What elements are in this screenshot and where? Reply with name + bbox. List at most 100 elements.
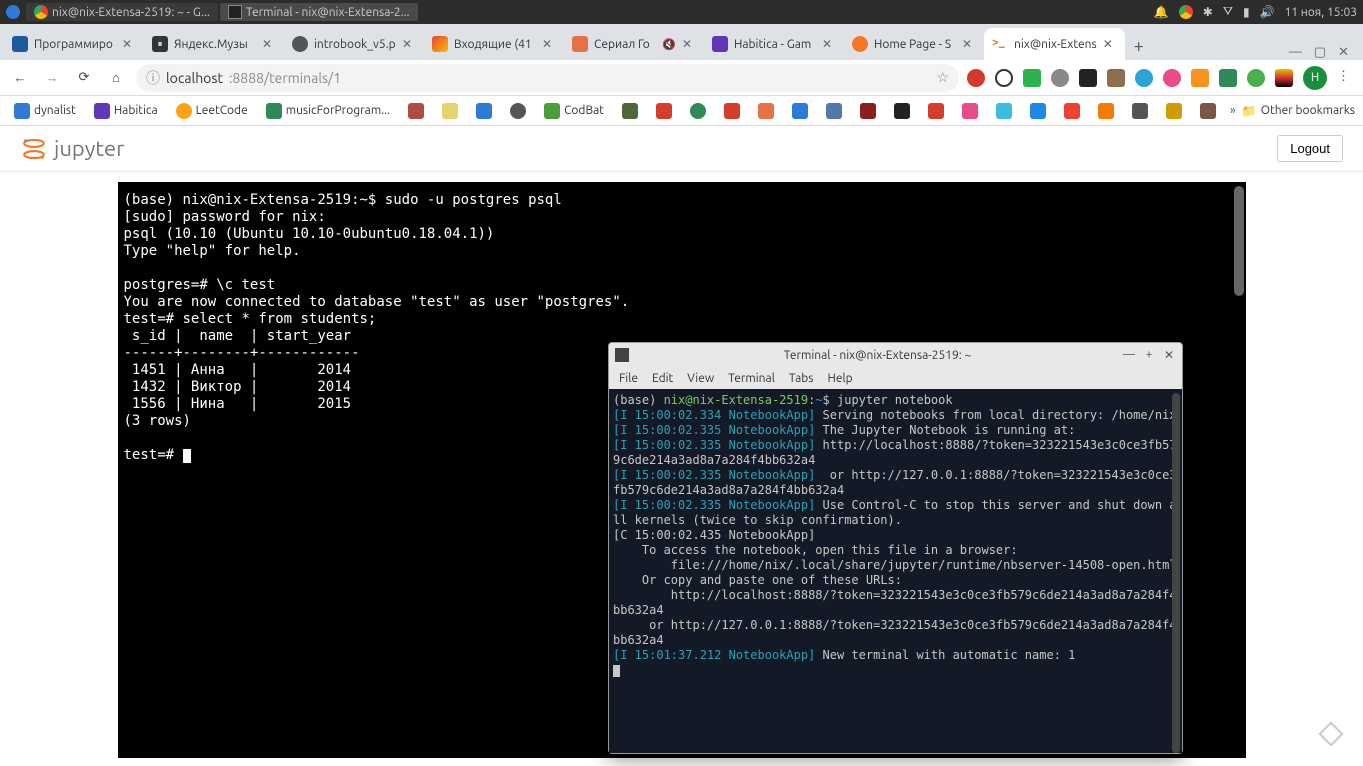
close-icon[interactable]: ✕ (1162, 348, 1176, 362)
app-menu-icon[interactable] (6, 5, 20, 19)
jupyter-logo[interactable]: jupyter (20, 135, 124, 163)
bookmark-item[interactable] (1194, 100, 1222, 122)
bookmark-item[interactable] (1058, 100, 1086, 122)
minimize-icon[interactable]: — (1289, 45, 1302, 60)
browser-tab[interactable]: Входящие (41 ✕ (424, 28, 564, 60)
scrollbar[interactable] (1234, 186, 1244, 296)
bookmark-item[interactable] (1126, 100, 1154, 122)
bookmark-item[interactable] (650, 100, 678, 122)
mute-icon[interactable]: 🔇 (662, 38, 676, 51)
taskbar-item-terminal[interactable]: Terminal - nix@nix-Extensa-2... (220, 3, 418, 21)
back-button[interactable]: ← (8, 66, 32, 90)
bookmark-item[interactable] (436, 100, 464, 122)
terminal-body[interactable]: (base) nix@nix-Extensa-2519:~$ jupyter n… (609, 389, 1182, 753)
bookmark-item[interactable] (718, 100, 746, 122)
browser-tab[interactable]: Habitica - Gam ✕ (704, 28, 844, 60)
maximize-icon[interactable]: + (1142, 348, 1156, 362)
bookmark-item[interactable]: CodBat (538, 100, 610, 122)
bookmarks-overflow[interactable]: » (1230, 104, 1236, 117)
close-icon[interactable]: ✕ (822, 37, 836, 51)
titlebar[interactable]: Terminal - nix@nix-Extensa-2519: ~ — + ✕ (609, 343, 1182, 367)
bookmark-item[interactable] (684, 100, 712, 122)
extension-icon[interactable] (1051, 69, 1069, 87)
extension-icon[interactable] (995, 69, 1013, 87)
info-icon[interactable]: ⓘ (146, 68, 160, 88)
extensions-area: H ⋮ (967, 66, 1355, 90)
chrome-tray-icon[interactable] (1179, 5, 1193, 19)
chrome-tab-strip: Программиро ✕ ⏸ Яндекс.Музы ✕ introbook_… (0, 24, 1363, 60)
url-input[interactable]: ⓘ localhost:8888/terminals/1 ☆ (136, 64, 959, 92)
new-tab-button[interactable]: + (1125, 32, 1153, 60)
menu-icon[interactable]: ⋮ (1337, 69, 1355, 87)
bluetooth-icon[interactable]: ✱ (1203, 5, 1213, 19)
bookmark-item[interactable] (990, 100, 1018, 122)
close-icon[interactable]: ✕ (262, 37, 276, 51)
profile-avatar[interactable]: H (1303, 66, 1327, 90)
extension-icon[interactable] (1079, 69, 1097, 87)
menu-file[interactable]: File (619, 372, 638, 385)
bookmark-item[interactable]: dynalist (8, 100, 82, 122)
menu-view[interactable]: View (687, 372, 714, 385)
bookmark-item[interactable] (1024, 100, 1052, 122)
home-button[interactable]: ⌂ (104, 66, 128, 90)
close-icon[interactable]: ✕ (402, 37, 416, 51)
bookmark-item[interactable] (1160, 100, 1188, 122)
bookmark-favicon (622, 103, 638, 119)
bookmark-item[interactable] (922, 100, 950, 122)
browser-tab[interactable]: Программиро ✕ (4, 28, 144, 60)
menu-terminal[interactable]: Terminal (728, 372, 775, 385)
bookmark-item[interactable]: Habitica (88, 100, 164, 122)
other-bookmarks[interactable]: 📁 Other bookmarks (1242, 104, 1355, 118)
logout-button[interactable]: Logout (1277, 135, 1343, 162)
clock[interactable]: 11 ноя, 15:03 (1285, 6, 1358, 19)
bookmark-item[interactable] (504, 100, 532, 122)
extension-icon[interactable] (967, 69, 985, 87)
bookmark-item[interactable] (470, 100, 498, 122)
menu-tabs[interactable]: Tabs (789, 372, 814, 385)
bookmark-item[interactable] (616, 100, 644, 122)
browser-tab-active[interactable]: >_ nix@nix-Extens ✕ (984, 28, 1125, 60)
bookmark-item[interactable] (402, 100, 430, 122)
extension-icon[interactable] (1107, 69, 1125, 87)
bookmark-item[interactable] (854, 100, 882, 122)
close-icon[interactable]: ✕ (1103, 37, 1117, 51)
close-icon[interactable]: ✕ (1338, 45, 1349, 60)
reload-button[interactable]: ⟳ (72, 66, 96, 90)
menu-help[interactable]: Help (827, 372, 852, 385)
bookmark-item[interactable]: musicForProgram... (260, 100, 396, 122)
notifications-icon[interactable]: 🔔 (1154, 5, 1169, 19)
close-icon[interactable]: ✕ (962, 37, 976, 51)
bookmark-item[interactable] (752, 100, 780, 122)
extension-icon[interactable] (1191, 69, 1209, 87)
close-icon[interactable]: ✕ (542, 37, 556, 51)
browser-tab[interactable]: Сериал Го 🔇 ✕ (564, 28, 704, 60)
minimize-icon[interactable]: — (1122, 348, 1136, 362)
star-icon[interactable]: ☆ (936, 69, 949, 86)
close-icon[interactable]: ✕ (122, 37, 136, 51)
taskbar-item-chrome[interactable]: nix@nix-Extensa-2519: ~ - G... (26, 3, 218, 21)
extension-icon[interactable] (1219, 69, 1237, 87)
wifi-icon[interactable]: ⛛ (1223, 5, 1233, 19)
volume-icon[interactable]: 🔊 (1260, 5, 1275, 19)
bookmark-item[interactable] (820, 100, 848, 122)
bookmark-item[interactable] (956, 100, 984, 122)
bookmark-item[interactable]: LeetCode (170, 100, 254, 122)
extension-icon[interactable] (1023, 69, 1041, 87)
xfce-terminal-window[interactable]: Terminal - nix@nix-Extensa-2519: ~ — + ✕… (608, 342, 1183, 754)
forward-button[interactable]: → (40, 66, 64, 90)
menu-edit[interactable]: Edit (652, 372, 673, 385)
close-icon[interactable]: ✕ (682, 37, 696, 51)
battery-icon[interactable]: ▮ (1243, 5, 1250, 19)
extension-icon[interactable] (1135, 69, 1153, 87)
browser-tab[interactable]: ⏸ Яндекс.Музы ✕ (144, 28, 284, 60)
scrollbar[interactable] (1172, 393, 1180, 753)
bookmark-item[interactable] (786, 100, 814, 122)
browser-tab[interactable]: Home Page - S ✕ (844, 28, 984, 60)
bookmark-item[interactable] (888, 100, 916, 122)
browser-tab[interactable]: introbook_v5.p ✕ (284, 28, 424, 60)
extension-icon[interactable] (1163, 69, 1181, 87)
bookmark-item[interactable] (1092, 100, 1120, 122)
maximize-icon[interactable]: ▢ (1314, 45, 1326, 60)
extension-icon[interactable] (1275, 69, 1293, 87)
extension-icon[interactable] (1247, 69, 1265, 87)
